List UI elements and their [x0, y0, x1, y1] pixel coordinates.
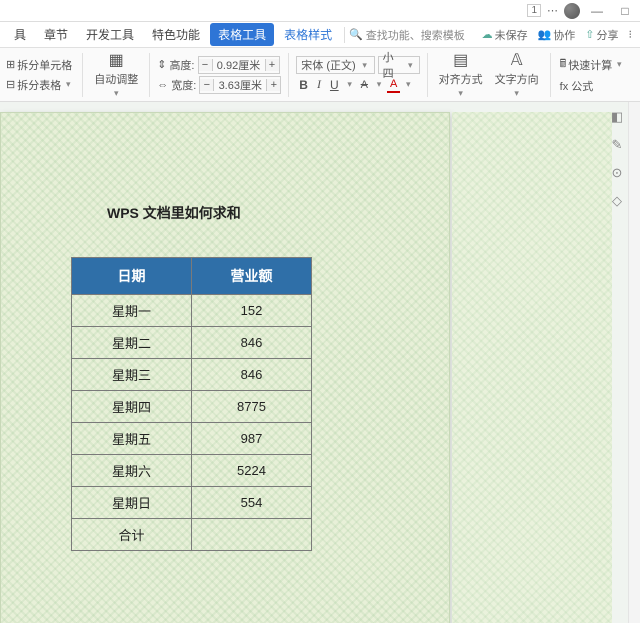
sidepane-style-icon[interactable]: ✎: [608, 136, 626, 154]
quick-calc-button[interactable]: 🖩快速计算▾: [558, 54, 627, 75]
document-page[interactable]: WPS 文档里如何求和 日期 营业额 星期一152 星期二846 星期三846 …: [0, 112, 450, 623]
minimize-button[interactable]: —: [586, 4, 608, 18]
maximize-button[interactable]: □: [614, 4, 636, 18]
search-placeholder: 查找功能、搜索模板: [366, 27, 465, 43]
separator: [344, 27, 345, 43]
sidepane-nav-icon[interactable]: ◇: [608, 192, 626, 210]
split-table-button[interactable]: ⊟拆分表格▾: [4, 76, 75, 94]
table-row: 星期四8775: [72, 391, 312, 423]
sidepane-select-icon[interactable]: ⊙: [608, 164, 626, 182]
autofit-icon: ▦: [109, 50, 124, 70]
side-panel-buttons: ◧ ✎ ⊙ ◇: [608, 108, 626, 210]
menu-bar: 具 章节 开发工具 特色功能 表格工具 表格样式 🔍 查找功能、搜索模板 ☁未保…: [0, 22, 640, 48]
header-date[interactable]: 日期: [72, 258, 192, 295]
vertical-scrollbar[interactable]: [628, 102, 640, 623]
menu-right-cluster: ☁未保存 👥协作 ⇧分享 ⁝: [482, 27, 640, 43]
collab-button[interactable]: 👥协作: [538, 27, 576, 43]
tab-table-tools[interactable]: 表格工具: [210, 23, 274, 46]
header-revenue[interactable]: 营业额: [192, 258, 312, 295]
table-row: 星期五987: [72, 423, 312, 455]
height-decrease[interactable]: −: [199, 59, 213, 71]
width-increase[interactable]: +: [266, 79, 280, 91]
table-row: 星期二846: [72, 327, 312, 359]
height-spinner[interactable]: − 0.92厘米 +: [198, 56, 280, 74]
document-title: WPS 文档里如何求和: [107, 203, 419, 223]
more-icon[interactable]: ⁝: [629, 28, 633, 41]
user-avatar[interactable]: [564, 3, 580, 19]
col-width-icon: ⇔: [157, 79, 168, 91]
tab-features[interactable]: 特色功能: [144, 23, 208, 46]
tab-tools-partial[interactable]: 具: [6, 23, 34, 46]
document-workspace: WPS 文档里如何求和 日期 营业额 星期一152 星期二846 星期三846 …: [0, 102, 628, 623]
table-header-row: 日期 营业额: [72, 258, 312, 295]
table-row: 星期日554: [72, 487, 312, 519]
formula-button[interactable]: fx 公式: [558, 77, 627, 95]
ribbon-toolbar: ⊞拆分单元格 ⊟拆分表格▾ ▦ 自动调整▾ ⇕ 高度: − 0.92厘米 + ⇔…: [0, 48, 640, 102]
row-height-icon: ⇕: [157, 58, 166, 71]
split-cell-icon: ⊞: [6, 58, 15, 71]
share-button[interactable]: ⇧分享: [585, 27, 618, 43]
italic-button[interactable]: I: [314, 76, 324, 93]
sidepane-toggle-icon[interactable]: ◧: [608, 108, 626, 126]
height-increase[interactable]: +: [265, 59, 279, 71]
split-cell-button[interactable]: ⊞拆分单元格: [4, 56, 75, 74]
font-name-select[interactable]: 宋体 (正文)▾: [296, 56, 374, 74]
data-table[interactable]: 日期 营业额 星期一152 星期二846 星期三846 星期四8775 星期五9…: [71, 257, 312, 551]
font-color-button[interactable]: A: [387, 77, 400, 93]
font-size-select[interactable]: 小四▾: [378, 56, 420, 74]
table-row: 星期一152: [72, 295, 312, 327]
calc-icon: 🖩: [560, 55, 567, 74]
unsaved-indicator[interactable]: ☁未保存: [482, 27, 528, 43]
strike-button[interactable]: A: [358, 78, 371, 92]
table-row: 星期三846: [72, 359, 312, 391]
width-value[interactable]: 3.63厘米: [214, 77, 266, 93]
ellipsis-icon[interactable]: ⋯: [547, 4, 558, 17]
align-button[interactable]: ▤对齐方式▾: [435, 48, 487, 101]
tab-chapter[interactable]: 章节: [36, 23, 76, 46]
split-table-icon: ⊟: [6, 78, 15, 91]
width-spinner[interactable]: − 3.63厘米 +: [199, 76, 281, 94]
cloud-icon: ☁: [482, 28, 493, 41]
tab-table-style[interactable]: 表格样式: [276, 23, 340, 46]
underline-button[interactable]: U: [327, 77, 342, 93]
text-direction-icon: 𝔸: [511, 50, 523, 70]
width-decrease[interactable]: −: [200, 79, 214, 91]
page-indicator: 1: [527, 4, 541, 17]
table-row: 星期六5224: [72, 455, 312, 487]
height-label: 高度:: [169, 57, 194, 73]
text-direction-button[interactable]: 𝔸文字方向▾: [491, 48, 543, 101]
share-icon: ⇧: [585, 28, 594, 41]
align-icon: ▤: [453, 50, 468, 70]
bold-button[interactable]: B: [296, 77, 311, 93]
search-box[interactable]: 🔍 查找功能、搜索模板: [349, 27, 465, 43]
adjacent-page: [452, 112, 612, 623]
tab-devtools[interactable]: 开发工具: [78, 23, 142, 46]
height-value[interactable]: 0.92厘米: [213, 57, 265, 73]
table-row-total: 合计: [72, 519, 312, 551]
people-icon: 👥: [538, 28, 552, 41]
search-icon: 🔍: [349, 28, 363, 41]
autofit-button[interactable]: ▦ 自动调整▾: [90, 48, 142, 101]
window-titlebar: 1 ⋯ — □: [0, 0, 640, 22]
width-label: 宽度:: [171, 77, 196, 93]
